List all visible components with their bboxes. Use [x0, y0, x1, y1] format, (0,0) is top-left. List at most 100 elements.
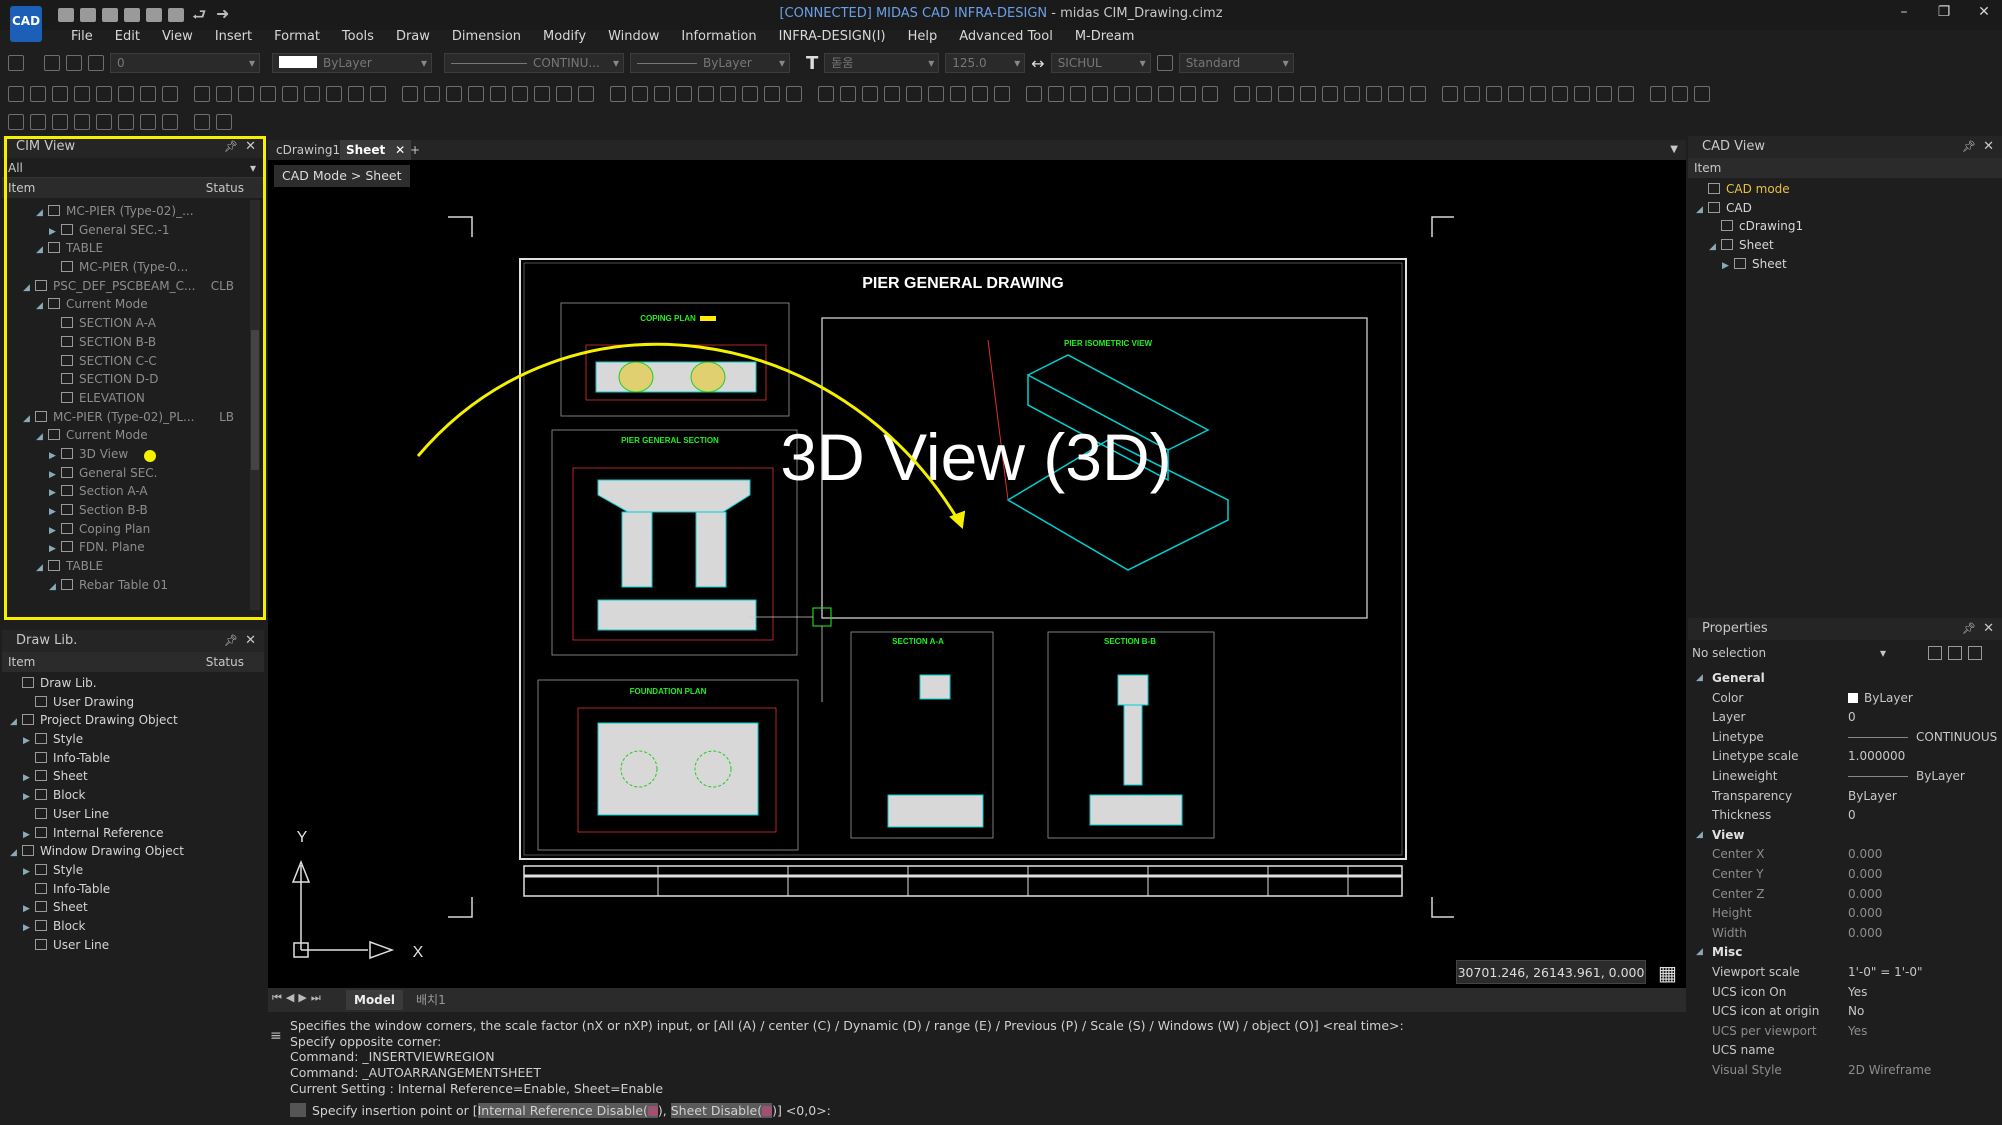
- tool-icon[interactable]: [1672, 86, 1688, 102]
- property-section[interactable]: ◢ View: [1688, 826, 2002, 846]
- tool-icon[interactable]: [742, 86, 758, 102]
- tool-icon[interactable]: [764, 86, 780, 102]
- tab-nav-icons[interactable]: ⏮◀▶⏭: [272, 991, 325, 1005]
- tool-icon[interactable]: [972, 86, 988, 102]
- close-button[interactable]: ✕: [1970, 4, 1998, 24]
- cim-scrollbar[interactable]: [250, 200, 260, 610]
- tool-icon[interactable]: [994, 86, 1010, 102]
- tool-icon[interactable]: [8, 86, 24, 102]
- tool-icon[interactable]: [1092, 86, 1108, 102]
- color-combo[interactable]: ByLayer ▾: [272, 53, 432, 73]
- draw_lib-tree-item[interactable]: ▶ Internal Reference: [2, 824, 264, 843]
- property-value[interactable]: 0.000: [1848, 885, 1882, 905]
- property-value[interactable]: Yes: [1848, 1022, 1867, 1042]
- menu-window[interactable]: Window: [597, 28, 670, 48]
- tool-icon[interactable]: [698, 86, 714, 102]
- draw_lib-tree-item[interactable]: ◢ Window Drawing Object: [2, 842, 264, 861]
- tool-icon[interactable]: [1596, 86, 1612, 102]
- tool-icon[interactable]: [610, 86, 626, 102]
- cim_view-tree-item[interactable]: ▶ General SEC.-1: [2, 221, 264, 240]
- property-value[interactable]: 1'-0" = 1'-0": [1848, 963, 1923, 983]
- cim_view-tree-item[interactable]: ◢ MC-PIER (Type-02)_...: [2, 202, 264, 221]
- tool-icon[interactable]: [1650, 86, 1666, 102]
- menu-file[interactable]: File: [60, 28, 104, 48]
- text-style-combo[interactable]: 돋움 ▾: [824, 53, 940, 73]
- tool-icon[interactable]: [74, 86, 90, 102]
- property-row[interactable]: Color ByLayer: [1688, 689, 2002, 709]
- cim_view-tree-item[interactable]: SECTION B-B: [2, 333, 264, 352]
- property-row[interactable]: Height 0.000: [1688, 904, 2002, 924]
- cim_view-tree-item[interactable]: SECTION D-D: [2, 370, 264, 389]
- property-value[interactable]: 0.000: [1848, 924, 1882, 944]
- layer-combo[interactable]: 0 ▾: [110, 53, 260, 73]
- draw_lib-tree-item[interactable]: ▶ Style: [2, 861, 264, 880]
- property-value[interactable]: 1.000000: [1848, 747, 1905, 767]
- sun-icon[interactable]: [66, 55, 82, 71]
- tool-icon[interactable]: [1366, 86, 1382, 102]
- property-row[interactable]: Thickness 0: [1688, 806, 2002, 826]
- tool-icon[interactable]: [1322, 86, 1338, 102]
- selection-select[interactable]: No selection ▾: [1688, 640, 2002, 666]
- menu-edit[interactable]: Edit: [104, 28, 151, 48]
- option-internal-ref[interactable]: Internal Reference Disable(: [477, 1103, 658, 1118]
- property-value[interactable]: ByLayer: [1848, 787, 1897, 807]
- property-value[interactable]: Yes: [1848, 983, 1867, 1003]
- tool-icon[interactable]: [140, 86, 156, 102]
- draw_lib-tree-item[interactable]: User Line: [2, 805, 264, 824]
- tool-icon[interactable]: [840, 86, 856, 102]
- cad_view-tree-item[interactable]: CAD mode: [1688, 180, 2002, 199]
- add-tab-button[interactable]: +: [404, 140, 426, 160]
- tool-icon[interactable]: [1464, 86, 1480, 102]
- tool-icon[interactable]: [238, 86, 254, 102]
- property-value[interactable]: CONTINUOUS: [1848, 728, 1997, 748]
- menu-infra-design[interactable]: INFRA-DESIGN(I): [768, 28, 897, 48]
- tab-sheet[interactable]: Sheet ✕: [340, 140, 412, 160]
- tool-icon[interactable]: [534, 86, 550, 102]
- tool-icon[interactable]: [304, 86, 320, 102]
- menu-dimension[interactable]: Dimension: [441, 28, 532, 48]
- tool-icon[interactable]: [348, 86, 364, 102]
- property-section[interactable]: ◢ Misc: [1688, 943, 2002, 963]
- property-row[interactable]: Linetype CONTINUOUS: [1688, 728, 2002, 748]
- cim_view-tree-item[interactable]: ◢ PSC_DEF_PSCBEAM_C... CLB: [2, 277, 264, 296]
- tool-icon[interactable]: [194, 86, 210, 102]
- property-value[interactable]: ByLayer: [1848, 767, 1965, 787]
- table-style-icon[interactable]: [1156, 55, 1173, 71]
- property-row[interactable]: UCS icon at origin No: [1688, 1002, 2002, 1022]
- tool-icon[interactable]: [1136, 86, 1152, 102]
- tool-icon[interactable]: [1026, 86, 1042, 102]
- tool-icon[interactable]: [1618, 86, 1634, 102]
- cim_view-tree-item[interactable]: ELEVATION: [2, 389, 264, 408]
- tool-icon[interactable]: [786, 86, 802, 102]
- text-height-combo[interactable]: 125.0 ▾: [945, 53, 1026, 73]
- tool-icon[interactable]: [1508, 86, 1524, 102]
- draw_lib-tree-item[interactable]: ▶ Sheet: [2, 898, 264, 917]
- tool-icon[interactable]: [216, 86, 232, 102]
- tool-icon[interactable]: [1256, 86, 1272, 102]
- menu-advanced-tool[interactable]: Advanced Tool: [948, 28, 1064, 48]
- property-row[interactable]: Transparency ByLayer: [1688, 787, 2002, 807]
- property-row[interactable]: Center X 0.000: [1688, 845, 2002, 865]
- draw_lib-tree-item[interactable]: ▶ Sheet: [2, 767, 264, 786]
- quick-select-icon[interactable]: [1928, 646, 1942, 660]
- tool-icon[interactable]: [1410, 86, 1426, 102]
- tool-icon[interactable]: [1278, 86, 1294, 102]
- property-row[interactable]: Visual Style 2D Wireframe: [1688, 1061, 2002, 1081]
- pin-icon[interactable]: 📌︎: [1962, 618, 1976, 640]
- pin-icon[interactable]: 📌︎: [1962, 136, 1976, 158]
- tool-icon[interactable]: [720, 86, 736, 102]
- tool-icon[interactable]: [30, 86, 46, 102]
- property-row[interactable]: Lineweight ByLayer: [1688, 767, 2002, 787]
- draw_lib-tree-item[interactable]: Info-Table: [2, 749, 264, 768]
- property-value[interactable]: ByLayer: [1848, 689, 1913, 709]
- cim_view-tree-item[interactable]: ▶ General SEC.: [2, 464, 264, 483]
- draw_lib-tree-item[interactable]: Draw Lib.: [2, 674, 264, 693]
- draw_lib-tree-item[interactable]: User Line: [2, 936, 264, 955]
- tab-list-icon[interactable]: ▼: [1664, 140, 1684, 160]
- lineweight-combo[interactable]: ByLayer ▾: [630, 53, 790, 73]
- property-row[interactable]: UCS per viewport Yes: [1688, 1022, 2002, 1042]
- tool-icon[interactable]: [512, 86, 528, 102]
- tool-icon[interactable]: [1180, 86, 1196, 102]
- menu-insert[interactable]: Insert: [204, 28, 263, 48]
- tool-icon[interactable]: [1158, 86, 1174, 102]
